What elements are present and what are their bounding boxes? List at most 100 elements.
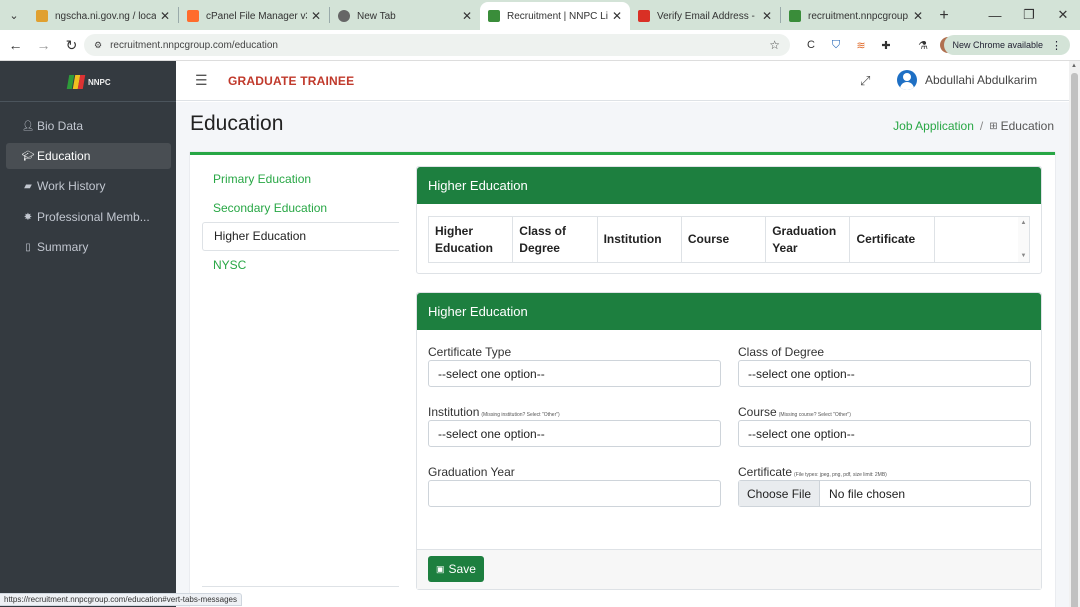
bookmark-star-icon[interactable]: ☆: [769, 38, 780, 52]
close-window-icon[interactable]: ✕: [1046, 0, 1080, 30]
tab-secondary-education[interactable]: Secondary Education: [202, 194, 399, 223]
tab-title: ngscha.ni.gov.ng / localhost: [55, 10, 156, 22]
tab-primary-education[interactable]: Primary Education: [202, 165, 399, 194]
certificate-label-text: Certificate: [738, 465, 793, 479]
tab-favicon: [36, 10, 48, 22]
close-tab-icon[interactable]: ✕: [160, 9, 170, 23]
puzzle-icon[interactable]: ✚: [878, 37, 894, 53]
status-bar-url: https://recruitment.nnpcgroup.com/educat…: [0, 593, 243, 606]
tab-search-dropdown-icon[interactable]: ⌄: [0, 0, 28, 30]
browser-tab[interactable]: cPanel File Manager v3 ✕: [179, 2, 329, 30]
close-tab-icon[interactable]: ✕: [762, 9, 772, 23]
institution-hint: (Missing institution? Select "Other"): [481, 412, 560, 418]
class-of-degree-select[interactable]: --select one option--: [738, 360, 1031, 387]
page-title: Education: [190, 112, 284, 135]
address-bar[interactable]: ⚙ recruitment.nnpcgroup.com/education ☆: [84, 34, 790, 56]
save-label: Save: [448, 562, 476, 576]
browser-tab-active[interactable]: Recruitment | NNPC Limited ✕: [480, 2, 630, 30]
save-button[interactable]: ▣ Save: [428, 556, 484, 582]
certificate-hint: (File types: jpeg, png, pdf, size limit:…: [794, 472, 887, 478]
lab-flask-icon[interactable]: ⚗: [915, 37, 931, 53]
user-name[interactable]: Abdullahi Abdulkarim: [925, 73, 1037, 87]
browser-tab[interactable]: Verify Email Address - abdul ✕: [630, 2, 780, 30]
new-tab-icon[interactable]: +: [931, 2, 957, 30]
browser-tab[interactable]: ngscha.ni.gov.ng / localhost ✕: [28, 2, 178, 30]
top-navbar: ☰ GRADUATE TRAINEE ⤢ Abdullahi Abdulkari…: [176, 61, 1069, 101]
certificate-file-input[interactable]: Choose File No file chosen: [738, 480, 1031, 507]
table-scrollbar[interactable]: ▲ ▼: [1018, 217, 1029, 262]
extension-icon[interactable]: ≋: [853, 37, 869, 53]
hamburger-menu-icon[interactable]: ☰: [195, 72, 208, 89]
close-tab-icon[interactable]: ✕: [612, 9, 622, 23]
tab-nysc[interactable]: NYSC: [202, 251, 399, 280]
scroll-up-icon[interactable]: ▲: [1021, 220, 1027, 226]
card-title: Higher Education: [417, 167, 1041, 204]
tab-favicon: [789, 10, 801, 22]
forward-icon[interactable]: →: [31, 33, 56, 58]
scroll-down-icon[interactable]: ▼: [1021, 253, 1027, 259]
sidebar-item-summary[interactable]: ▯ Summary: [6, 234, 171, 260]
sidebar-item-education[interactable]: 🎓︎ Education: [6, 143, 171, 169]
back-icon[interactable]: ←: [3, 33, 28, 58]
browser-tab[interactable]: New Tab ✕: [330, 2, 480, 30]
tab-favicon: [488, 10, 500, 22]
new-chrome-label: New Chrome available: [952, 40, 1043, 50]
shield-icon[interactable]: ⛉: [828, 37, 844, 53]
institution-select[interactable]: --select one option--: [428, 420, 721, 447]
sidebar-item-label: Professional Memb...: [37, 210, 150, 224]
tab-title: recruitment.nnpcgroup.com: [808, 10, 909, 22]
graduation-year-input[interactable]: [428, 480, 721, 507]
scrollbar-thumb[interactable]: [1071, 73, 1078, 607]
tab-higher-education[interactable]: Higher Education: [202, 222, 399, 251]
more-menu-icon[interactable]: ⋮: [1051, 39, 1062, 52]
certificate-type-label: Certificate Type: [428, 345, 512, 359]
site-info-icon[interactable]: ⚙: [94, 40, 102, 51]
browser-toolbar: ← → ↻ ⚙ recruitment.nnpcgroup.com/educat…: [0, 30, 1080, 61]
breadcrumb-link-job-application[interactable]: Job Application: [893, 119, 974, 133]
tab-title: New Tab: [357, 10, 396, 22]
file-icon: ▯: [25, 241, 31, 253]
higher-education-table: Higher Education Class of Degree Institu…: [428, 216, 1030, 263]
page-scrollbar[interactable]: ▲: [1069, 61, 1080, 607]
sidebar-item-bio-data[interactable]: 👤︎ Bio Data: [6, 113, 171, 139]
course-label-text: Course: [738, 405, 777, 419]
graduation-cap-icon: 🎓︎: [21, 150, 35, 162]
maximize-icon[interactable]: ❐: [1012, 0, 1046, 30]
brand-title: GRADUATE TRAINEE: [228, 74, 355, 88]
close-tab-icon[interactable]: ✕: [462, 9, 472, 23]
tab-title: Verify Email Address - abdul: [657, 10, 758, 22]
certificate-type-select[interactable]: --select one option--: [428, 360, 721, 387]
user-avatar-icon[interactable]: [897, 70, 917, 90]
sidebar-item-professional-membership[interactable]: ✸ Professional Memb...: [6, 204, 171, 230]
browser-tab[interactable]: recruitment.nnpcgroup.com ✕: [781, 2, 931, 30]
sidebar-item-label: Education: [37, 149, 91, 163]
fullscreen-icon[interactable]: ⤢: [860, 73, 870, 89]
content-wrapper: Education Job Application / ⊞ Education …: [176, 102, 1069, 607]
close-tab-icon[interactable]: ✕: [311, 9, 321, 23]
sidebar: NNPC 👤︎ Bio Data 🎓︎ Education ▰ Work His…: [0, 61, 176, 607]
reload-icon[interactable]: ↻: [59, 33, 84, 58]
nnpc-logo[interactable]: NNPC: [66, 72, 111, 92]
save-icon: ▣: [436, 563, 445, 574]
extension-icon[interactable]: C: [803, 37, 819, 53]
institution-label: Institution (Missing institution? Select …: [428, 405, 560, 419]
graduation-year-label: Graduation Year: [428, 465, 515, 479]
course-select[interactable]: --select one option--: [738, 420, 1031, 447]
education-card: Primary Education Secondary Education Hi…: [190, 152, 1055, 607]
table-header: Higher Education: [429, 217, 514, 262]
scroll-up-icon[interactable]: ▲: [1071, 63, 1077, 69]
institution-label-text: Institution: [428, 405, 480, 419]
choose-file-button[interactable]: Choose File: [739, 481, 821, 506]
logo-text: NNPC: [88, 77, 111, 87]
sidebar-divider: [0, 101, 176, 102]
breadcrumb-current: Education: [1000, 119, 1054, 133]
new-chrome-available-button[interactable]: New Chrome available ⋮: [944, 35, 1070, 55]
breadcrumb-separator: /: [979, 119, 984, 133]
close-tab-icon[interactable]: ✕: [913, 9, 923, 23]
class-of-degree-label: Class of Degree: [738, 345, 825, 359]
file-status: No file chosen: [829, 486, 906, 501]
minimize-icon[interactable]: —: [978, 0, 1012, 30]
sidebar-item-work-history[interactable]: ▰ Work History: [6, 173, 171, 199]
higher-education-form-card: Higher Education Certificate Type --sele…: [416, 292, 1042, 590]
table-header: Institution: [598, 217, 682, 262]
